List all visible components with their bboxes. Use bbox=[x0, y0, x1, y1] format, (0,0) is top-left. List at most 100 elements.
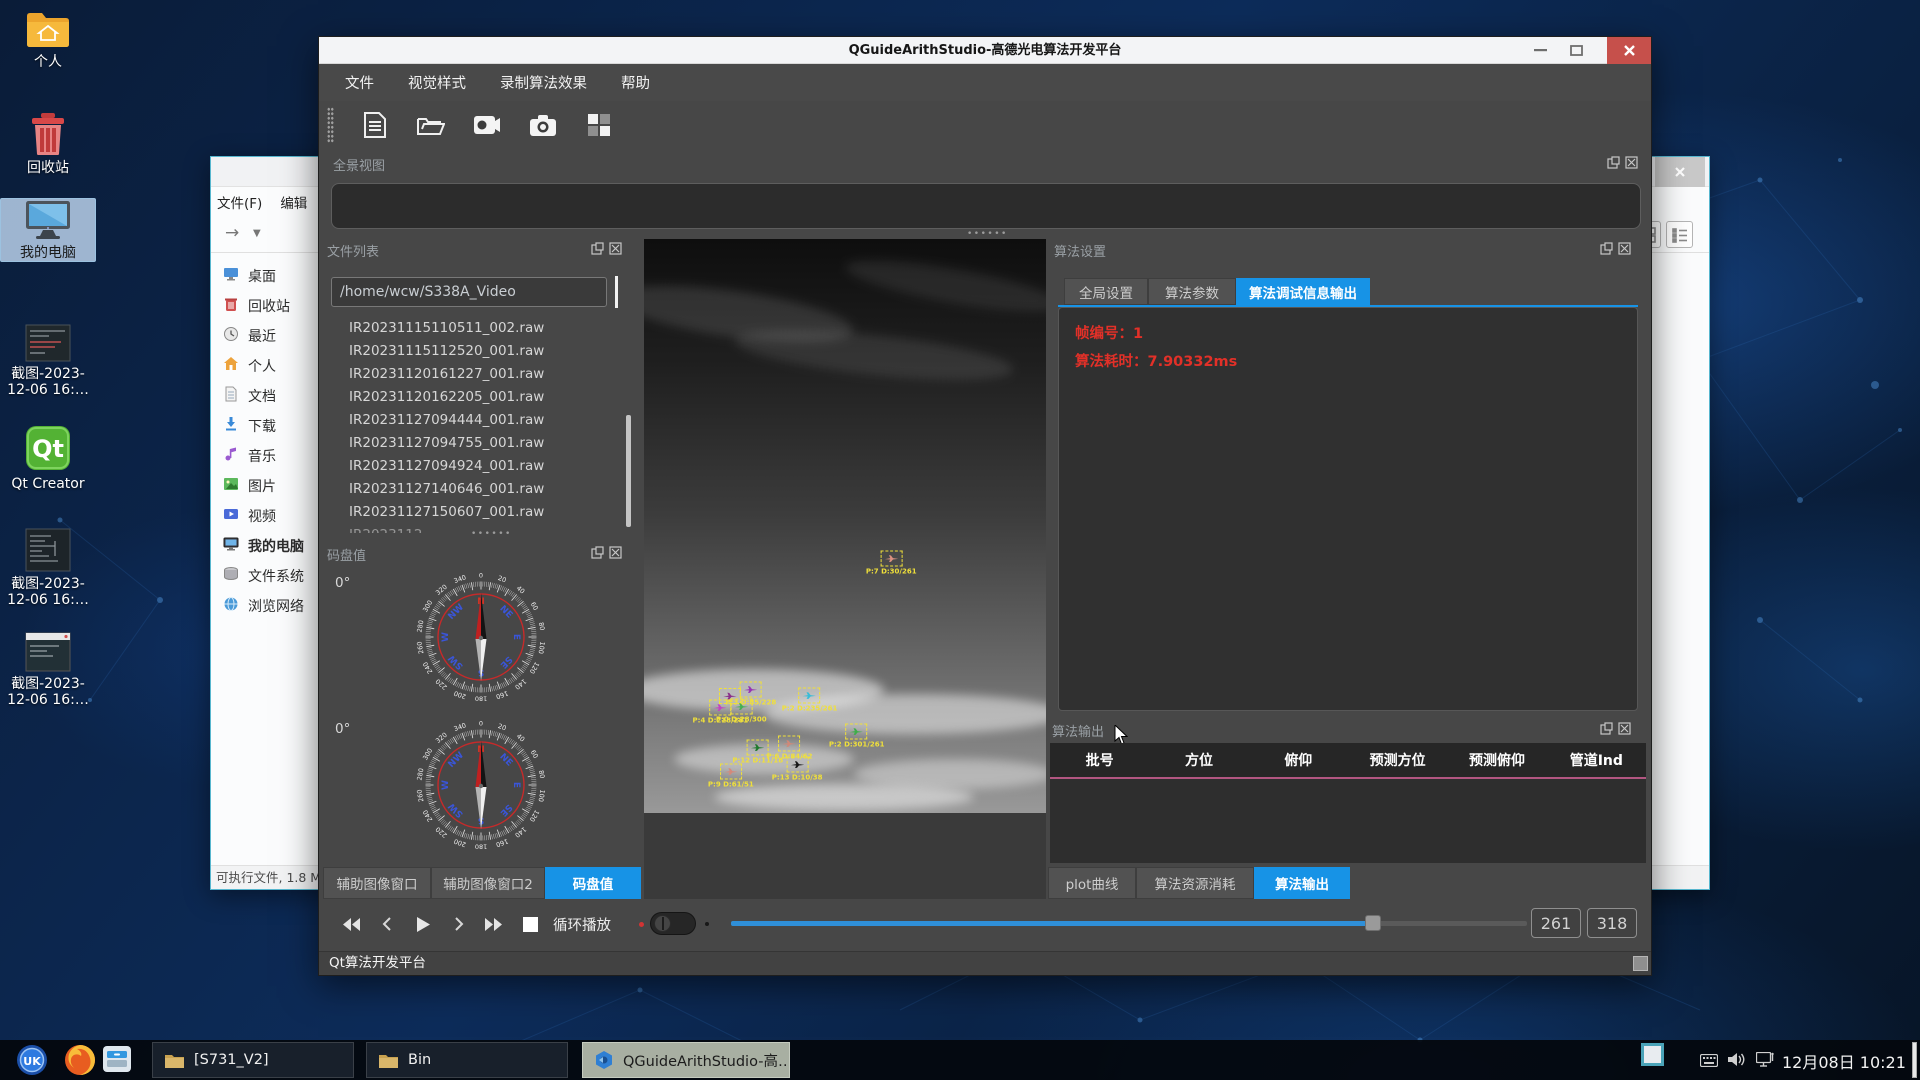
fm-sidebar-item-下载[interactable]: 下载 bbox=[211, 411, 331, 441]
column-header-预测俯仰[interactable]: 预测俯仰 bbox=[1447, 750, 1546, 770]
taskbar-task-3[interactable]: QGuideArithStudio-高… bbox=[582, 1042, 790, 1078]
desktop-icon-screenshot-3[interactable]: 截图-2023-12-06 16:… bbox=[0, 632, 96, 708]
file-row[interactable]: IR20231115112520_001.raw bbox=[323, 340, 623, 363]
fm-menu-编辑[interactable]: 编辑 bbox=[280, 192, 307, 212]
current-frame-box[interactable]: 261 bbox=[1531, 908, 1581, 938]
tab-算法输出[interactable]: 算法输出 bbox=[1254, 867, 1350, 899]
maximize-button[interactable] bbox=[1561, 37, 1591, 64]
tab-算法参数[interactable]: 算法参数 bbox=[1148, 278, 1236, 305]
taskbar-task-2[interactable]: Bin bbox=[366, 1042, 568, 1078]
play-button[interactable] bbox=[407, 909, 439, 939]
close-button[interactable] bbox=[1607, 37, 1651, 64]
file-row[interactable]: IR20231127094444_001.raw bbox=[323, 409, 623, 432]
show-desktop-button[interactable] bbox=[1912, 1042, 1917, 1078]
total-frame-box[interactable]: 318 bbox=[1587, 908, 1637, 938]
fm-forward-arrow-icon[interactable]: → bbox=[225, 223, 239, 243]
tab-算法调试信息输出[interactable]: 算法调试信息输出 bbox=[1236, 278, 1370, 305]
desktop-icon-screenshot-1[interactable]: 截图-2023-12-06 16:… bbox=[0, 324, 96, 398]
layout-grid-icon[interactable] bbox=[584, 110, 614, 140]
fm-history-dropdown-icon[interactable]: ▼ bbox=[253, 228, 261, 239]
fm-list-view-button[interactable] bbox=[1666, 221, 1693, 248]
file-row[interactable]: IR20231127140646_001.raw bbox=[323, 478, 623, 501]
minimize-button[interactable] bbox=[1525, 37, 1555, 64]
column-header-预测方位[interactable]: 预测方位 bbox=[1348, 750, 1447, 770]
file-list-close-icon[interactable] bbox=[609, 242, 622, 255]
tab-码盘值[interactable]: 码盘值 bbox=[545, 867, 641, 899]
keyboard-tray-icon[interactable] bbox=[1700, 1052, 1718, 1071]
column-header-方位[interactable]: 方位 bbox=[1149, 750, 1248, 770]
desktop-icon-my-computer[interactable]: 我的电脑 bbox=[0, 198, 96, 262]
camera-capture-icon[interactable] bbox=[528, 110, 558, 140]
file-row[interactable]: IR20231127094755_001.raw bbox=[323, 432, 623, 455]
splitter-dots[interactable]: •••••• bbox=[471, 529, 512, 539]
menu-帮助[interactable]: 帮助 bbox=[621, 72, 650, 93]
new-document-icon[interactable] bbox=[360, 110, 390, 140]
fm-menu-文件(F)[interactable]: 文件(F) bbox=[217, 192, 262, 212]
desktop-icon-qt-creator[interactable]: QtQt Creator bbox=[0, 424, 96, 492]
fm-close-button[interactable] bbox=[1655, 157, 1705, 187]
fm-sidebar-item-最近[interactable]: 最近 bbox=[211, 321, 331, 351]
fm-sidebar-item-我的电脑[interactable]: 我的电脑 bbox=[211, 531, 331, 561]
fm-sidebar-item-文件系统[interactable]: 文件系统 bbox=[211, 561, 331, 591]
splitter-dots[interactable]: •••••• bbox=[967, 229, 1008, 239]
taskbar-file-manager-icon[interactable] bbox=[102, 1044, 132, 1078]
column-header-管道Ind[interactable]: 管道Ind bbox=[1547, 750, 1646, 770]
next-frame-button[interactable] bbox=[443, 909, 475, 939]
input-method-indicator[interactable] bbox=[1641, 1043, 1664, 1066]
record-video-icon[interactable] bbox=[472, 110, 502, 140]
tab-plot曲线[interactable]: plot曲线 bbox=[1048, 867, 1136, 899]
fm-sidebar-item-桌面[interactable]: 桌面 bbox=[211, 261, 331, 291]
menu-文件[interactable]: 文件 bbox=[345, 72, 374, 93]
taskbar-clock[interactable]: 12月08日 10:21 bbox=[1782, 1049, 1906, 1073]
taskbar-firefox-icon[interactable] bbox=[64, 1044, 96, 1080]
timeline-slider-handle[interactable] bbox=[1365, 915, 1381, 931]
dial-float-icon[interactable] bbox=[591, 546, 604, 559]
tab-辅助图像窗口2[interactable]: 辅助图像窗口2 bbox=[431, 867, 545, 899]
previous-frame-button[interactable] bbox=[371, 909, 403, 939]
menu-录制算法效果[interactable]: 录制算法效果 bbox=[500, 72, 587, 93]
stop-button[interactable] bbox=[515, 909, 545, 939]
file-row[interactable]: IR20231127094924_001.raw bbox=[323, 455, 623, 478]
desktop-icon-personal[interactable]: 个人 bbox=[0, 10, 96, 70]
app-titlebar[interactable]: QGuideArithStudio-高德光电算法开发平台 bbox=[319, 37, 1651, 64]
dial-close-icon[interactable] bbox=[609, 546, 622, 559]
output-float-icon[interactable] bbox=[1600, 722, 1613, 735]
fm-sidebar-item-音乐[interactable]: 音乐 bbox=[211, 441, 331, 471]
output-close-icon[interactable] bbox=[1618, 722, 1631, 735]
file-row[interactable]: IR20231120161227_001.raw bbox=[323, 363, 623, 386]
fm-sidebar-item-视频[interactable]: 视频 bbox=[211, 501, 331, 531]
resize-grip[interactable] bbox=[1633, 956, 1648, 971]
fast-forward-button[interactable] bbox=[477, 909, 509, 939]
open-folder-icon[interactable] bbox=[416, 110, 446, 140]
panorama-float-icon[interactable] bbox=[1607, 156, 1620, 169]
fm-sidebar-item-图片[interactable]: 图片 bbox=[211, 471, 331, 501]
file-row[interactable]: IR20231127150607_001.raw bbox=[323, 501, 623, 524]
column-header-批号[interactable]: 批号 bbox=[1050, 750, 1149, 770]
file-path-input[interactable]: /home/wcw/S338A_Video bbox=[331, 277, 607, 307]
play-speed-toggle[interactable] bbox=[650, 912, 696, 935]
file-row[interactable]: IR20231120162205_001.raw bbox=[323, 386, 623, 409]
fm-sidebar-item-个人[interactable]: 个人 bbox=[211, 351, 331, 381]
desktop-icon-recycle-bin[interactable]: 回收站 bbox=[0, 112, 96, 176]
column-header-俯仰[interactable]: 俯仰 bbox=[1249, 750, 1348, 770]
volume-tray-icon[interactable] bbox=[1728, 1052, 1747, 1071]
file-row[interactable]: IR20231115110511_002.raw bbox=[323, 317, 623, 340]
taskbar-task-1[interactable]: [S731_V2] bbox=[152, 1042, 354, 1078]
desktop-icon-screenshot-2[interactable]: 截图-2023-12-06 16:… bbox=[0, 528, 96, 608]
file-list-float-icon[interactable] bbox=[591, 242, 604, 255]
menu-视觉样式[interactable]: 视觉样式 bbox=[408, 72, 466, 93]
settings-float-icon[interactable] bbox=[1600, 242, 1613, 255]
ir-image-viewer[interactable]: P:7 D:30/261P:3 D:85/228P:4 D:218/281P:0… bbox=[644, 239, 1046, 813]
tab-全局设置[interactable]: 全局设置 bbox=[1064, 278, 1148, 305]
taskbar-ukui-launcher-icon[interactable]: UK bbox=[16, 1044, 48, 1080]
fm-sidebar-item-回收站[interactable]: 回收站 bbox=[211, 291, 331, 321]
file-list-scrollbar[interactable] bbox=[626, 415, 631, 527]
tab-算法资源消耗[interactable]: 算法资源消耗 bbox=[1136, 867, 1254, 899]
toolbar-drag-handle[interactable] bbox=[327, 107, 334, 143]
panorama-view-strip[interactable] bbox=[331, 183, 1641, 229]
settings-close-icon[interactable] bbox=[1618, 242, 1631, 255]
fm-sidebar-item-浏览网络[interactable]: 浏览网络 bbox=[211, 591, 331, 621]
panorama-close-icon[interactable] bbox=[1625, 156, 1638, 169]
rewind-button[interactable] bbox=[335, 909, 367, 939]
network-tray-icon[interactable] bbox=[1756, 1052, 1775, 1071]
